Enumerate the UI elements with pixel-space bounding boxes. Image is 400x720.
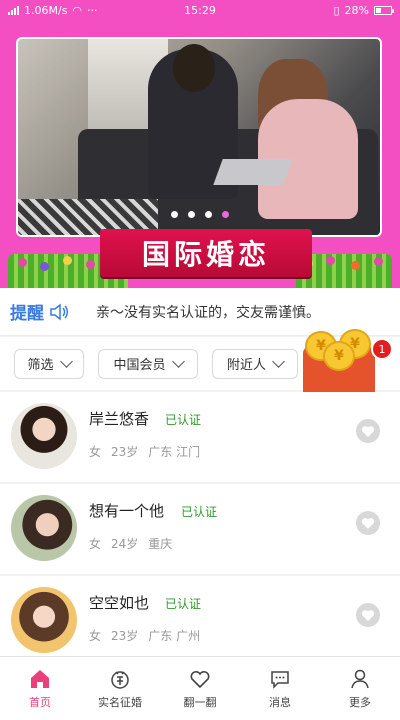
like-button[interactable] — [356, 603, 380, 627]
tab-label: 首页 — [29, 695, 51, 709]
battery-percent: 28% — [344, 3, 369, 17]
heart-icon — [361, 609, 375, 621]
carousel-dot-active[interactable] — [222, 211, 229, 218]
user-name: 想有一个他 — [89, 502, 165, 520]
signal-icon — [8, 5, 19, 15]
notice-title: 提醒 — [10, 304, 44, 324]
tab-more[interactable]: 更多 — [320, 657, 400, 720]
user-location: 广东 广州 — [148, 629, 201, 643]
verified-badge: 已认证 — [181, 505, 218, 519]
list-item[interactable]: 想有一个他 已认证 女 24岁 重庆 — [0, 484, 400, 574]
person-icon — [351, 669, 369, 688]
carousel-indicator — [0, 211, 400, 218]
like-button[interactable] — [356, 511, 380, 535]
message-icon — [271, 670, 289, 689]
battery-icon — [374, 5, 394, 15]
tab-label: 翻一翻 — [183, 695, 217, 709]
clock: 15:29 — [184, 3, 216, 17]
filter-button-nearby[interactable]: 附近人 — [212, 348, 298, 379]
user-location: 重庆 — [148, 537, 173, 551]
list-item[interactable]: 空空如也 已认证 女 23岁 广东 广州 — [0, 576, 400, 666]
notice-text: 亲～没有实名认证的，交友需谨慎。 — [96, 304, 320, 321]
verified-badge: 已认证 — [165, 413, 202, 427]
banner-photo[interactable] — [16, 37, 382, 237]
verified-marriage-icon — [111, 670, 129, 689]
bottom-tab-bar: 首页 实名征婚 翻一翻 消息 更多 — [0, 656, 400, 720]
filter-button-member[interactable]: 中国会员 — [98, 348, 198, 379]
list-item[interactable]: 岸兰悠香 已认证 女 23岁 广东 江门 — [0, 392, 400, 482]
tab-label: 消息 — [269, 695, 291, 709]
heart-icon — [361, 425, 375, 437]
like-button[interactable] — [356, 419, 380, 443]
tab-label: 实名征婚 — [98, 695, 142, 709]
notification-badge: 1 — [371, 338, 393, 360]
chevron-down-icon — [59, 354, 73, 368]
tab-messages[interactable]: 消息 — [240, 657, 320, 720]
user-age: 24岁 — [111, 537, 139, 551]
user-gender: 女 — [89, 445, 102, 459]
user-location: 广东 江门 — [148, 445, 201, 459]
tab-verified-marriage[interactable]: 实名征婚 — [80, 657, 160, 720]
home-icon — [31, 669, 49, 688]
heart-icon — [190, 670, 210, 688]
speaker-icon — [48, 301, 70, 323]
user-gender: 女 — [89, 629, 102, 643]
banner-title: 国际婚恋 — [100, 229, 312, 277]
filter-label: 筛选 — [27, 358, 54, 373]
tab-label: 更多 — [349, 695, 371, 709]
user-name: 空空如也 — [89, 594, 150, 612]
carousel-dot[interactable] — [171, 211, 178, 218]
status-bar: 1.06M/s ◠ ··· 15:29 ▯ 28% — [0, 0, 400, 20]
heart-icon — [361, 517, 375, 529]
avatar[interactable] — [11, 495, 77, 561]
avatar[interactable] — [11, 587, 77, 653]
user-name: 岸兰悠香 — [89, 410, 150, 428]
user-age: 23岁 — [111, 445, 139, 459]
verified-badge: 已认证 — [165, 597, 202, 611]
filter-label: 中国会员 — [113, 358, 166, 373]
vibrate-icon: ▯ — [333, 3, 340, 17]
coin-icon: ¥ — [323, 341, 355, 371]
chevron-down-icon — [171, 354, 185, 368]
chevron-down-icon — [272, 354, 285, 368]
user-gender: 女 — [89, 537, 102, 551]
carousel-dot[interactable] — [188, 211, 195, 218]
wifi-icon: ◠ — [72, 3, 83, 17]
carousel-dot[interactable] — [205, 211, 212, 218]
user-age: 23岁 — [111, 629, 139, 643]
avatar[interactable] — [11, 403, 77, 469]
more-dots-icon: ··· — [87, 3, 98, 17]
tab-home[interactable]: 首页 — [0, 657, 80, 720]
filter-button-screen[interactable]: 筛选 — [14, 348, 84, 379]
user-list: 岸兰悠香 已认证 女 23岁 广东 江门 想有一个他 已认证 女 24岁 重庆 … — [0, 392, 400, 668]
tab-flip[interactable]: 翻一翻 — [160, 657, 240, 720]
network-speed: 1.06M/s — [24, 3, 68, 17]
filter-label: 附近人 — [226, 358, 266, 373]
